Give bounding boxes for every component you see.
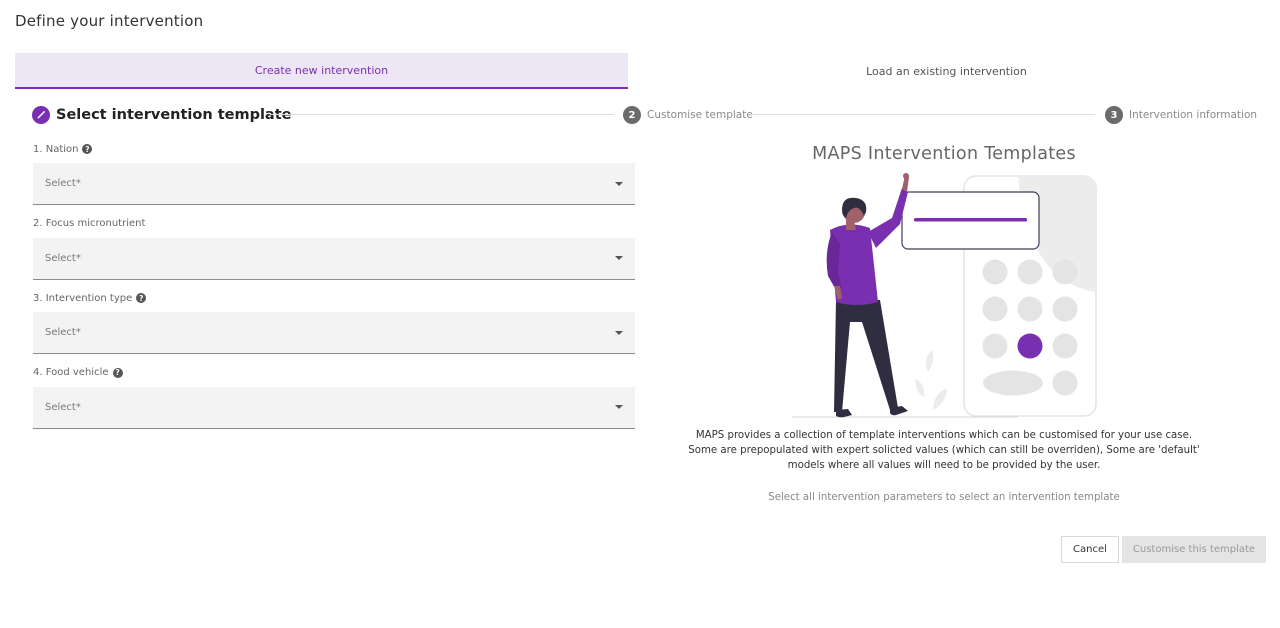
help-icon[interactable]: ? xyxy=(82,144,93,154)
field-label: 4. Food vehicle ? xyxy=(33,364,635,382)
templates-illustration xyxy=(792,173,1097,418)
step-connector xyxy=(270,114,614,115)
help-icon[interactable]: ? xyxy=(136,293,147,303)
intervention-form: 1. Nation ? Select* 2. Focus micronutrie… xyxy=(33,140,635,438)
nation-select[interactable]: Select* xyxy=(33,163,635,205)
field-label-text: 2. Focus micronutrient xyxy=(33,218,146,229)
chevron-down-icon xyxy=(615,330,623,335)
field-focus-micronutrient: 2. Focus micronutrient Select* xyxy=(33,215,635,290)
tab-create-new[interactable]: Create new intervention xyxy=(15,53,628,89)
intervention-type-select[interactable]: Select* xyxy=(33,312,635,354)
chevron-down-icon xyxy=(615,181,623,186)
field-label: 3. Intervention type ? xyxy=(33,289,635,307)
field-label: 1. Nation ? xyxy=(33,140,635,158)
chevron-down-icon xyxy=(615,256,623,260)
cancel-button[interactable]: Cancel xyxy=(1061,536,1119,563)
field-label-text: 4. Food vehicle xyxy=(33,367,109,378)
pencil-icon xyxy=(32,106,50,124)
stepper: Select intervention template 2 Customise… xyxy=(32,105,1257,127)
select-placeholder: Select* xyxy=(45,252,81,264)
field-food-vehicle: 4. Food vehicle ? Select* xyxy=(33,364,635,439)
step-select-template: Select intervention template xyxy=(32,105,291,125)
tab-bar: Create new intervention Load an existing… xyxy=(15,53,1265,89)
step-label: Customise template xyxy=(647,109,753,121)
chevron-down-icon xyxy=(615,405,623,409)
select-placeholder: Select* xyxy=(45,178,81,189)
step-connector xyxy=(750,114,1095,115)
tab-load-existing[interactable]: Load an existing intervention xyxy=(628,53,1265,89)
field-nation: 1. Nation ? Select* xyxy=(33,140,635,215)
selection-hint: Select all intervention parameters to se… xyxy=(768,492,1120,503)
step-intervention-information: 3 Intervention information xyxy=(1105,105,1257,125)
step-label: Select intervention template xyxy=(56,107,292,123)
step-number: 3 xyxy=(1105,106,1123,124)
field-label-text: 1. Nation xyxy=(33,143,79,155)
template-panel: MAPS Intervention Templates MAPS provide… xyxy=(655,140,1233,503)
select-placeholder: Select* xyxy=(45,327,81,338)
food-vehicle-select[interactable]: Select* xyxy=(33,386,635,429)
field-label: 2. Focus micronutrient xyxy=(33,215,635,233)
customise-template-button[interactable]: Customise this template xyxy=(1122,536,1266,563)
help-icon[interactable]: ? xyxy=(112,367,123,378)
focus-micronutrient-select[interactable]: Select* xyxy=(33,237,635,280)
select-placeholder: Select* xyxy=(45,401,81,413)
dialog-title: Define your intervention xyxy=(15,12,204,30)
field-intervention-type: 3. Intervention type ? Select* xyxy=(33,289,635,364)
step-number: 2 xyxy=(623,106,641,124)
step-customise-template: 2 Customise template xyxy=(623,105,753,125)
panel-description: MAPS provides a collection of template i… xyxy=(688,430,1200,471)
panel-title: MAPS Intervention Templates xyxy=(812,144,1076,164)
field-label-text: 3. Intervention type xyxy=(33,292,133,304)
step-label: Intervention information xyxy=(1129,109,1258,121)
